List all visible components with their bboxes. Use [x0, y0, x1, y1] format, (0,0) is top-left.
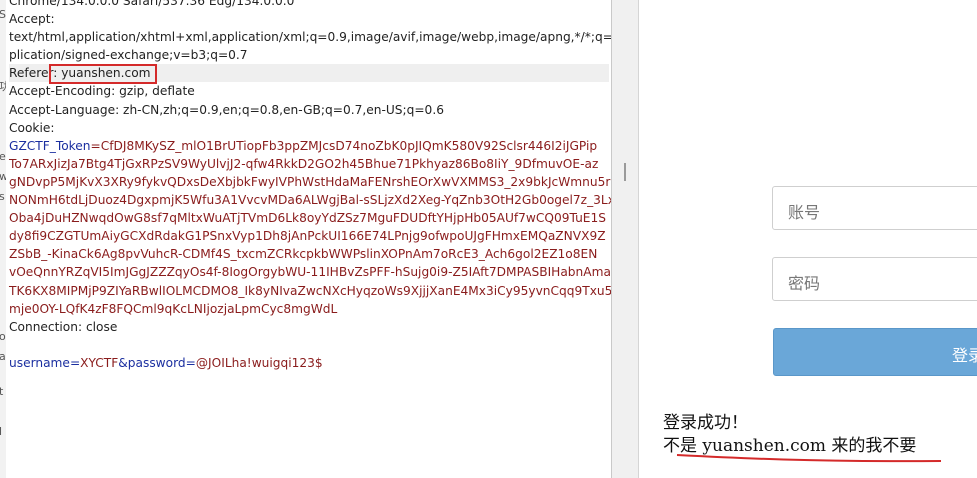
strip-char: l [0, 425, 2, 438]
panel-splitter[interactable] [612, 0, 639, 478]
raw-request-panel[interactable]: Chrome/134.0.0.0 Safari/537.36 Edg/134.0… [6, 0, 612, 478]
cookie-token-line: vOeQnnYRZqVI5ImJGgJZZZqyOs4f-8IogOrgybWU… [9, 265, 611, 280]
cookie-token-line: mje0OY-LQfK4zF8FQCml9qKcLNIjozjaLpmCyc8m… [9, 301, 338, 316]
browser-view: 账号 密码 登录 登录成功！ 不是 yuanshen.com 来的我不要 [639, 0, 977, 478]
strip-char: t [0, 385, 3, 398]
request-line: Accept-Encoding: gzip, deflate [9, 84, 195, 99]
body-password-value: @JOILha!wuigqi123$ [195, 355, 323, 370]
password-input[interactable]: 密码 [772, 257, 977, 301]
raw-request-text[interactable]: Chrome/134.0.0.0 Safari/537.36 Edg/134.0… [9, 0, 612, 372]
request-body-line: username=XYCTF&password=@JOILha!wuigqi12… [9, 355, 323, 370]
strip-char: o [0, 330, 6, 343]
request-line: Accept: [9, 12, 55, 27]
login-button-label: 登录 [952, 346, 977, 365]
cookie-token-line: Oba4jDuHZNwqdOwG8sf7qMltxWuATjTVmD6Lk8oy… [9, 211, 606, 226]
request-blank-line [9, 336, 609, 354]
password-placeholder: 密码 [788, 274, 821, 293]
body-password-key: password [127, 355, 186, 370]
cookie-token-value: CfDJ8MKySZ_mlO1BrUTiopFb3ppZMJcsD74noZbK… [100, 138, 598, 153]
request-line: text/html,application/xhtml+xml,applicat… [9, 30, 612, 45]
cookie-token-line: ZSbB_-KinaCk6Ag8pvVuhcR-CDMf4S_txcmZCRkc… [9, 247, 598, 262]
body-username-key: username [9, 355, 70, 370]
request-line-connection: Connection: close [9, 319, 118, 334]
cookie-token-line: To7ARxJizJa7Btg4TjGxRPzSV9WyUlvjJ2-qfw4R… [9, 156, 599, 171]
cookie-token-line: dy8fi9CZGTUmAiyGCXdRdakG1PSnxVyp1Dh8jAnP… [9, 229, 606, 244]
cookie-token-line: gNDvpP5MjKvX3XRy9fykvQDxsDeXbjbkFwyIVPhW… [9, 174, 611, 189]
cookie-token-line: NONmH6tdLjDuoz4DgxpmjK5Wfu3A1VvcvMDa6ALW… [9, 193, 612, 208]
cookie-token-line: TK6KX8MIPMjP9ZIYaRBwlIOLMCDMO8_Ik8yNIvaZ… [9, 283, 612, 298]
referer-highlight-box [49, 64, 157, 84]
result-success-text: 登录成功！ [663, 413, 748, 433]
login-button[interactable]: 登录 [773, 328, 977, 376]
username-input[interactable]: 账号 [772, 186, 977, 230]
strip-char: a [0, 350, 6, 363]
red-underline-annotation [676, 454, 942, 463]
cookie-token-line: GZCTF_Token=CfDJ8MKySZ_mlO1BrUTiopFb3ppZ… [9, 138, 598, 153]
splitter-grip-icon[interactable] [624, 163, 626, 181]
request-line: Cookie: [9, 120, 55, 135]
strip-char: e [0, 150, 6, 163]
cookie-token-name: GZCTF_Token [9, 138, 91, 153]
request-line: Accept-Language: zh-CN,zh;q=0.9,en;q=0.8… [9, 102, 444, 117]
request-line: plication/signed-exchange;v=b3;q=0.7 [9, 48, 248, 63]
body-username-value: XYCTF [80, 355, 119, 370]
strip-char: s [0, 190, 5, 203]
username-placeholder: 账号 [788, 203, 821, 222]
request-line: Chrome/134.0.0.0 Safari/537.36 Edg/134.0… [9, 0, 295, 8]
